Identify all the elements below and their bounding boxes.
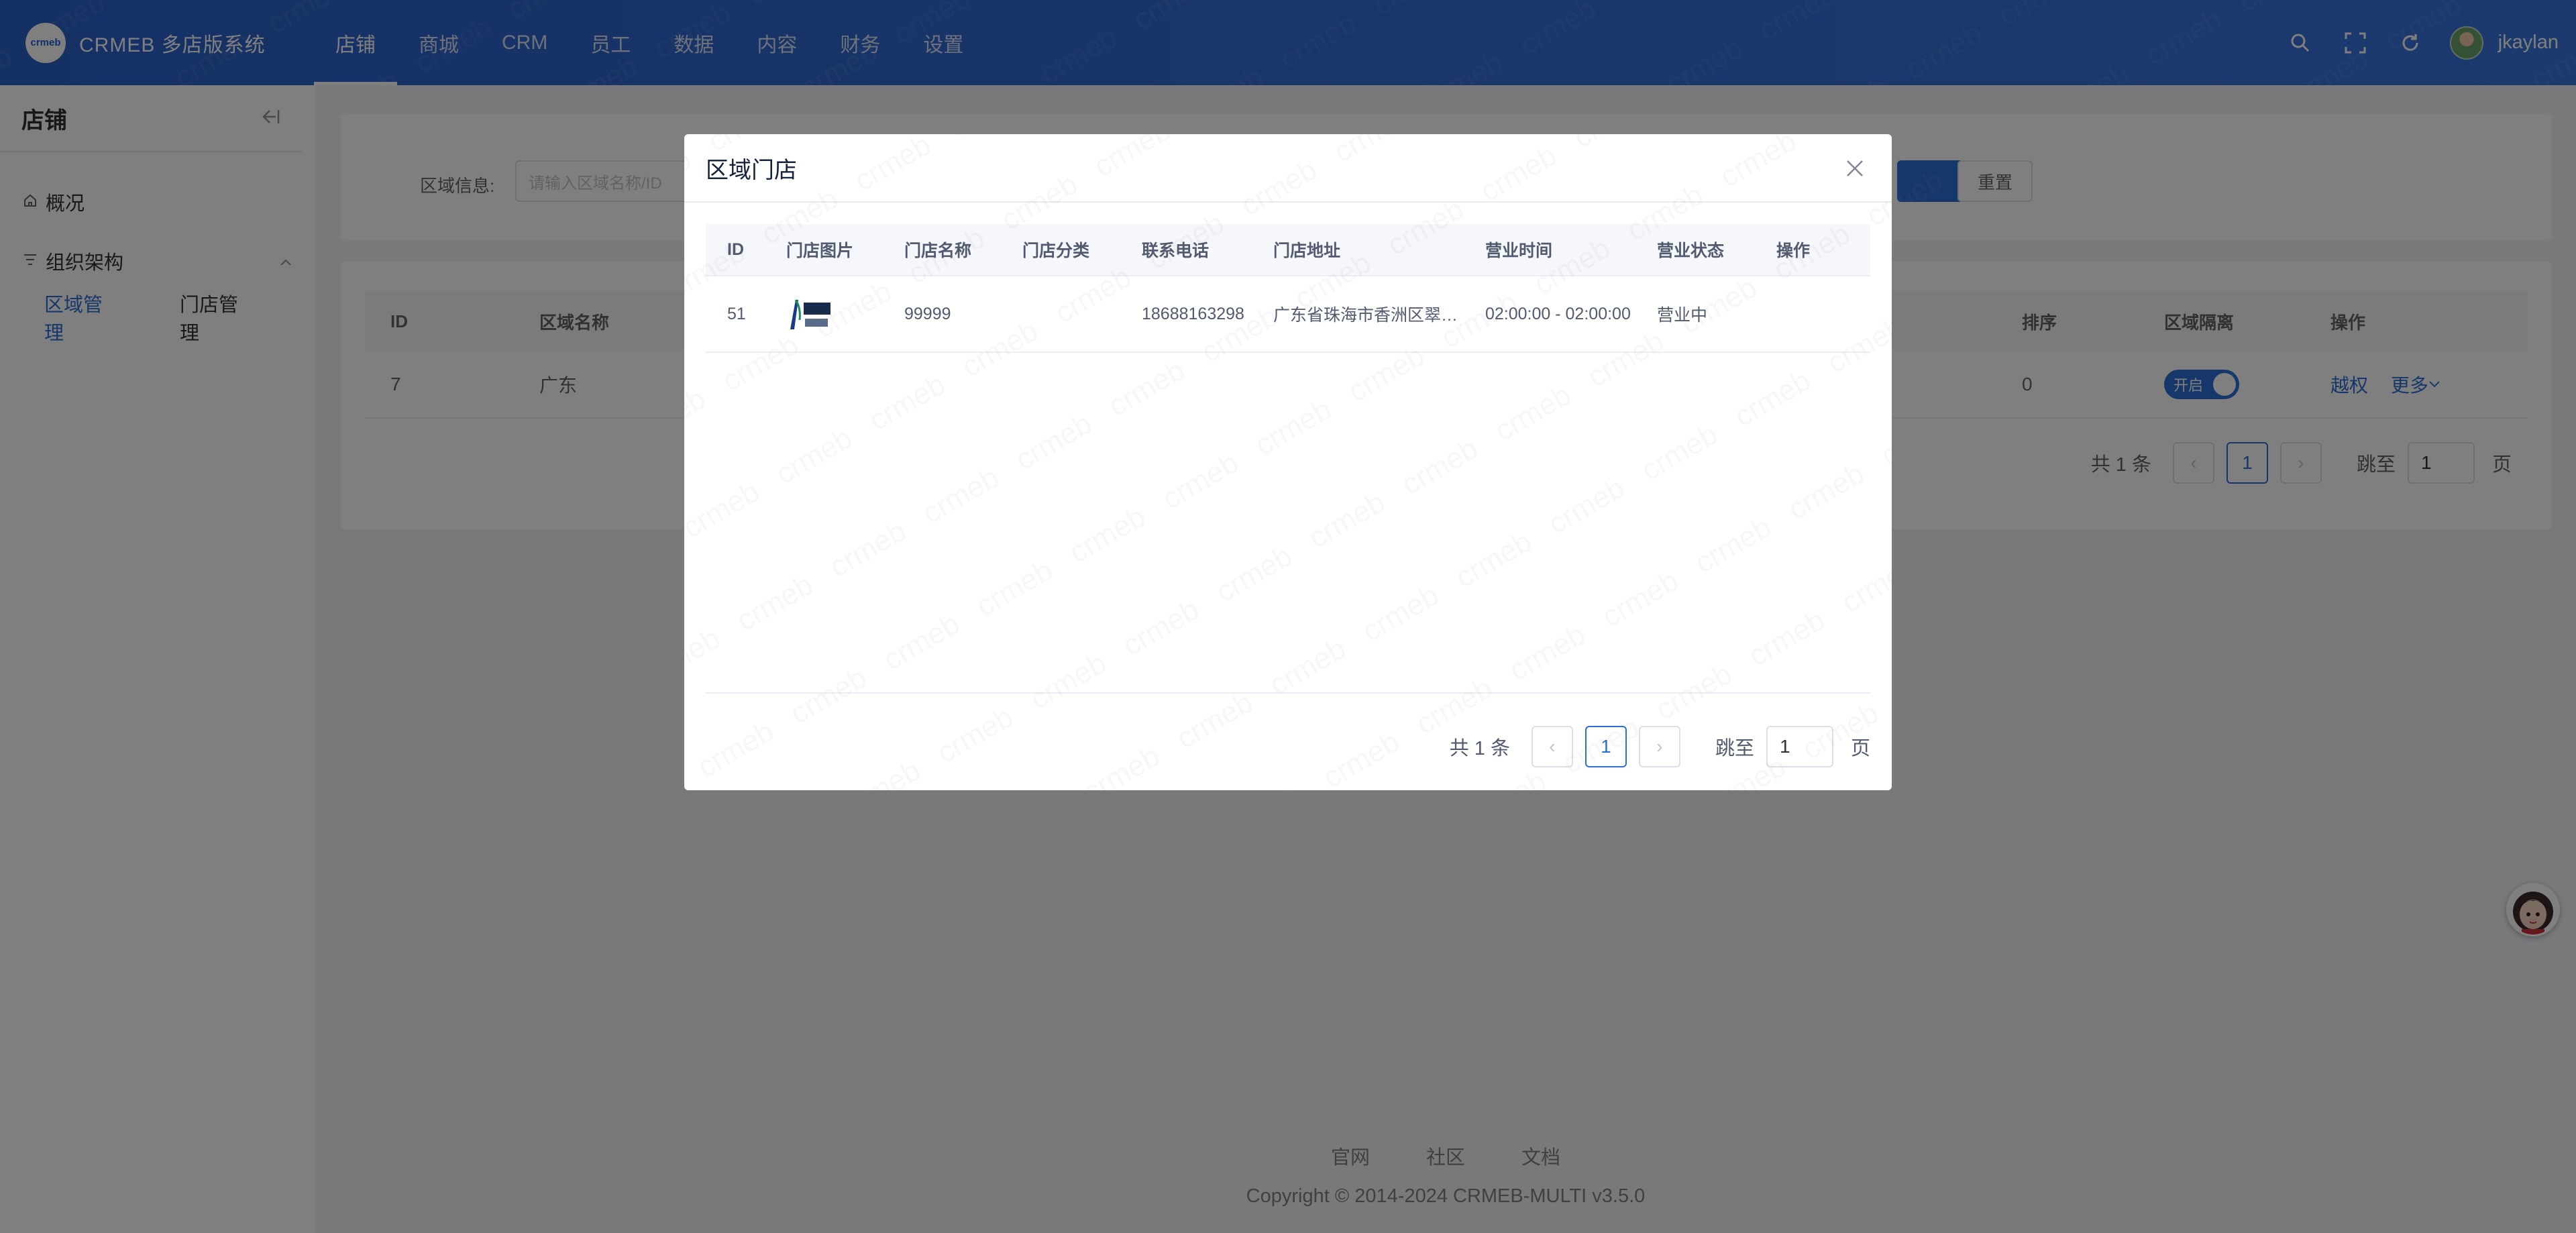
col-store-category: 门店分类 bbox=[1022, 242, 1090, 260]
next-page-button[interactable]: › bbox=[1638, 726, 1680, 767]
table-row: 51 99999 18688163298 广东省珠海市香洲区翠香街道 02:00… bbox=[706, 276, 1870, 353]
store-phone: 18688163298 bbox=[1142, 304, 1244, 323]
close-icon[interactable] bbox=[1841, 154, 1869, 182]
dialog-pagination: 共 1 条 ‹ 1 › 跳至 1 页 bbox=[1450, 726, 1870, 767]
store-image[interactable] bbox=[786, 294, 835, 333]
jump-page-input[interactable]: 1 bbox=[1766, 726, 1833, 767]
store-image-cell bbox=[786, 276, 835, 352]
jump-label: 跳至 bbox=[1715, 738, 1754, 759]
dialog-title: 区域门店 bbox=[706, 157, 797, 183]
store-address-cell: 广东省珠海市香洲区翠香街道 bbox=[1273, 276, 1468, 352]
prev-page-button[interactable]: ‹ bbox=[1531, 726, 1573, 767]
store-hours: 02:00:00 - 02:00:00 bbox=[1485, 304, 1631, 323]
store-address: 广东省珠海市香洲区翠香街道 bbox=[1273, 306, 1468, 325]
pagination-total: 共 1 条 bbox=[1449, 738, 1510, 759]
table-bottom-divider bbox=[706, 692, 1870, 694]
col-address: 门店地址 bbox=[1273, 242, 1341, 260]
stores-table-header: ID 门店图片 门店名称 门店分类 联系电话 门店地址 营业时间 营业状态 操作 bbox=[706, 224, 1870, 276]
stores-table: ID 门店图片 门店名称 门店分类 联系电话 门店地址 营业时间 营业状态 操作… bbox=[706, 224, 1870, 353]
col-store-name: 门店名称 bbox=[904, 242, 972, 260]
col-phone: 联系电话 bbox=[1142, 242, 1210, 260]
col-store-image: 门店图片 bbox=[786, 242, 854, 260]
col-hours: 营业时间 bbox=[1485, 242, 1553, 260]
region-stores-dialog: 区域门店 ID 门店图片 门店名称 门店分类 联系电话 门店地址 营业时间 营业… bbox=[684, 134, 1892, 790]
dialog-header: 区域门店 bbox=[684, 134, 1892, 203]
col-id: ID bbox=[727, 239, 744, 259]
col-status: 营业状态 bbox=[1657, 242, 1725, 260]
page-unit-label: 页 bbox=[1850, 738, 1870, 759]
store-name: 99999 bbox=[904, 304, 951, 323]
store-status: 营业中 bbox=[1657, 306, 1708, 325]
page-button-current[interactable]: 1 bbox=[1585, 726, 1627, 767]
col-operations: 操作 bbox=[1776, 242, 1811, 260]
store-id: 51 bbox=[727, 304, 746, 323]
